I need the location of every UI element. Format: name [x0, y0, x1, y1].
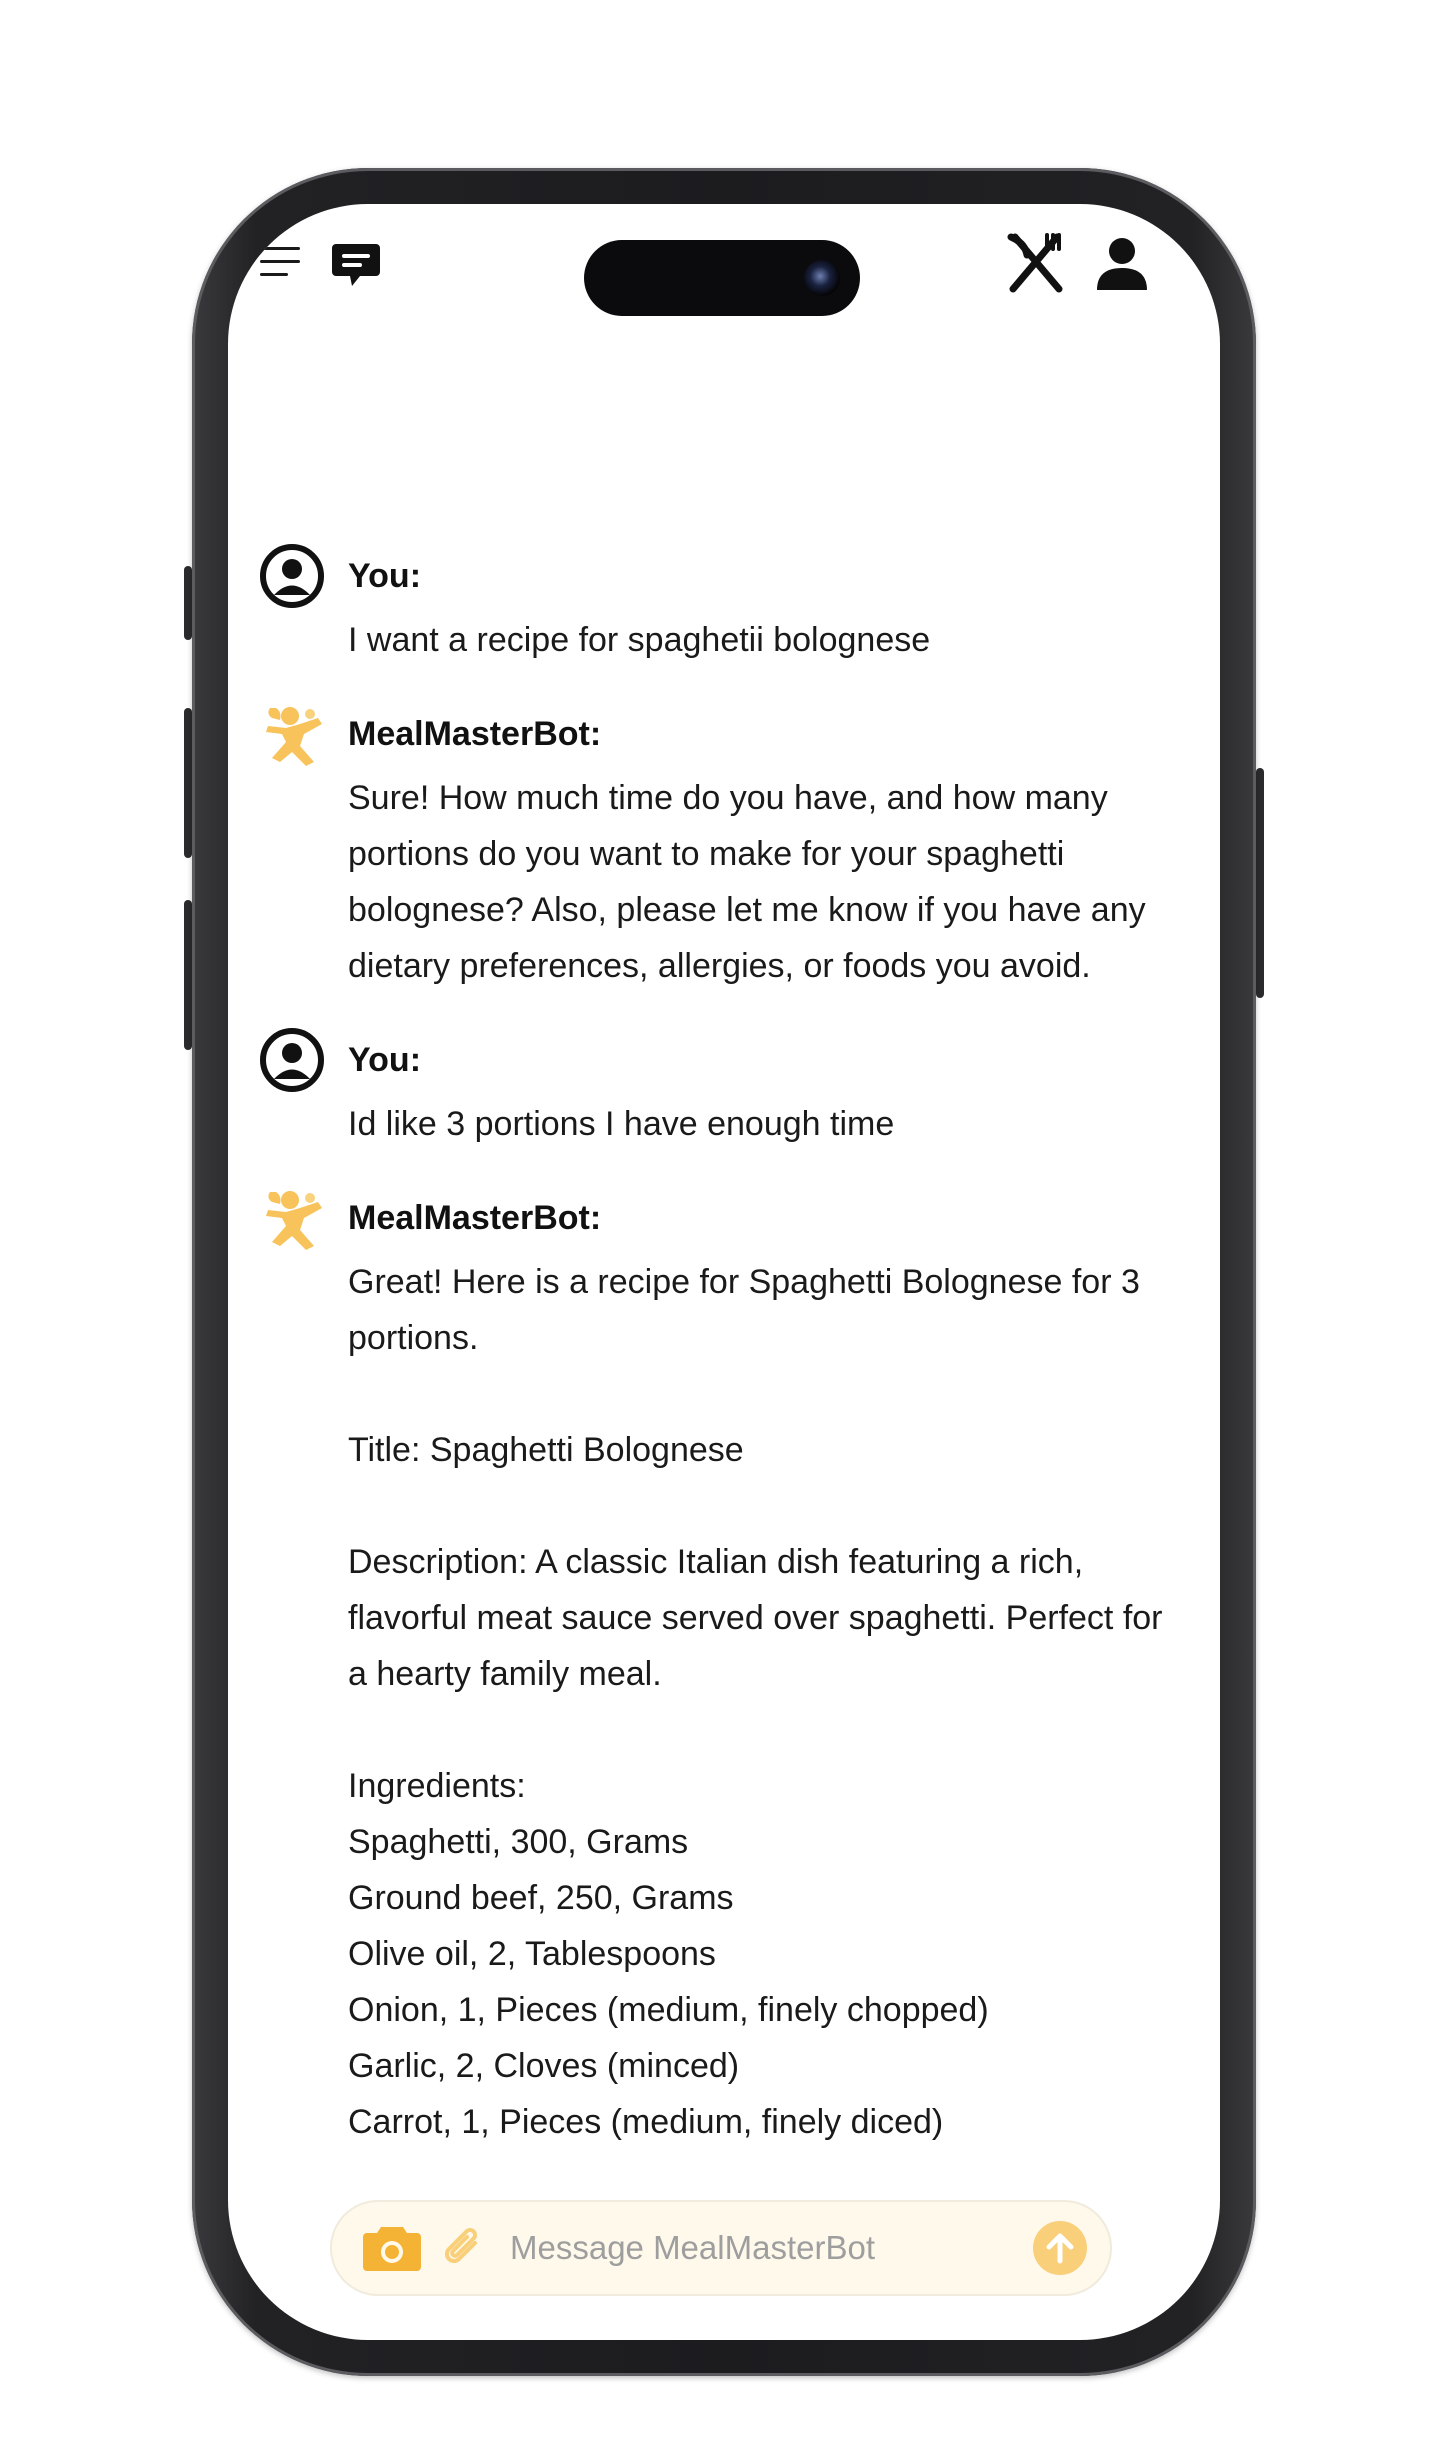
- message-composer[interactable]: Message MealMasterBot: [330, 2200, 1112, 2296]
- app-screen: You: I want a recipe for spaghetii bolog…: [228, 204, 1220, 2340]
- user-circle-icon: [260, 544, 324, 608]
- chat-transcript: You: I want a recipe for spaghetii bolog…: [228, 544, 1220, 2184]
- message-author: MealMasterBot:: [348, 715, 602, 753]
- chef-logo-icon: [260, 1186, 324, 1250]
- hamburger-menu-icon[interactable]: [258, 242, 306, 282]
- dynamic-island: [584, 240, 860, 316]
- message-author: You:: [348, 557, 422, 595]
- message-author: MealMasterBot:: [348, 1199, 602, 1237]
- power-button: [1256, 768, 1264, 998]
- user-icon[interactable]: [1092, 234, 1152, 294]
- message-user: You: I want a recipe for spaghetii bolog…: [228, 544, 1220, 668]
- message-user: You: Id like 3 portions I have enough ti…: [228, 1028, 1220, 1152]
- volume-down-button: [184, 900, 192, 1050]
- chef-logo-icon: [260, 702, 324, 766]
- message-author: You:: [348, 1041, 422, 1079]
- user-circle-icon: [260, 1028, 324, 1092]
- message-bot: MealMasterBot: Great! Here is a recipe f…: [228, 1186, 1220, 2150]
- device-mockup: You: I want a recipe for spaghetii bolog…: [0, 0, 1448, 2456]
- message-text: I want a recipe for spaghetii bolognese: [348, 621, 931, 659]
- paperclip-icon[interactable]: [438, 2222, 490, 2274]
- message-text: Great! Here is a recipe for Spaghetti Bo…: [348, 1263, 1163, 2141]
- message-text: Sure! How much time do you have, and how…: [348, 779, 1156, 985]
- chat-bubble-icon[interactable]: [328, 236, 384, 292]
- send-arrow-up-icon[interactable]: [1030, 2218, 1090, 2278]
- camera-icon[interactable]: [360, 2220, 424, 2276]
- camera-lens-icon: [804, 260, 840, 296]
- fork-knife-icon[interactable]: [1006, 232, 1066, 296]
- message-bot: MealMasterBot: Sure! How much time do yo…: [228, 702, 1220, 994]
- message-input[interactable]: Message MealMasterBot: [510, 2200, 875, 2296]
- volume-up-button: [184, 708, 192, 858]
- message-text: Id like 3 portions I have enough time: [348, 1105, 895, 1143]
- action-button: [184, 566, 192, 640]
